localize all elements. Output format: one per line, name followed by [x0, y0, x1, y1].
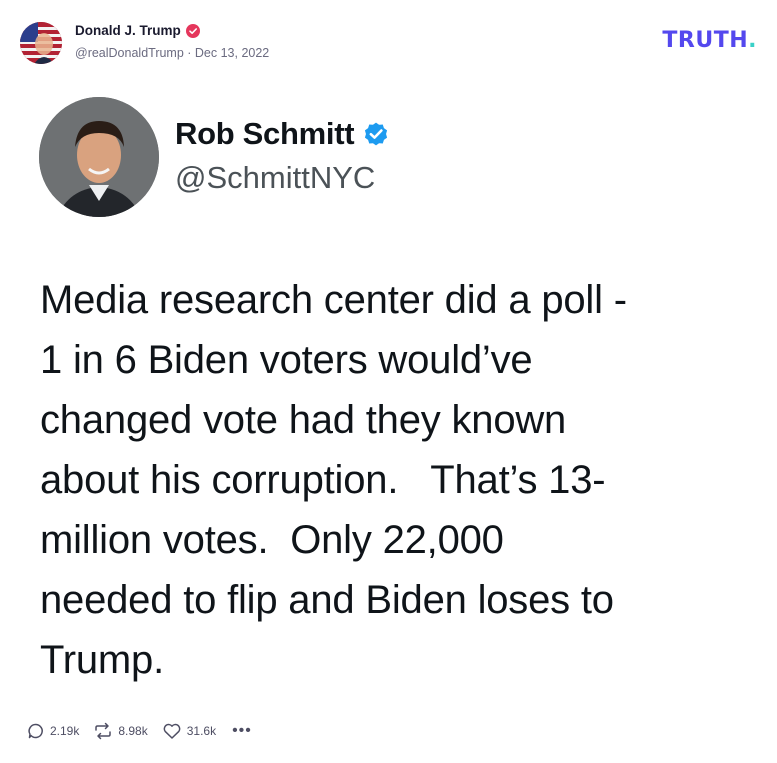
tweet-author-handle: @SchmittNYC: [175, 160, 376, 195]
author-name-row: Donald J. Trump: [75, 23, 200, 38]
truth-logo: TRUTH.: [662, 28, 757, 53]
truth-logo-text: TRUTH: [662, 28, 749, 53]
author-handle-date: @realDonaldTrump · Dec 13, 2022: [75, 46, 270, 60]
reply-count: 2.19k: [50, 724, 80, 738]
reply-icon: [27, 722, 45, 740]
tweet-text: Media research center did a poll - 1 in …: [40, 278, 627, 682]
heart-icon: [162, 722, 182, 740]
retruth-button[interactable]: 8.98k: [93, 722, 148, 740]
post-action-bar: 2.19k 8.98k 31.6k •••: [27, 722, 252, 740]
post-header: Donald J. Trump @realDonaldTrump · Dec 1…: [0, 0, 777, 80]
like-count: 31.6k: [186, 724, 217, 738]
author-avatar[interactable]: [20, 22, 62, 64]
flag-portrait-icon: [20, 22, 62, 64]
retruth-count: 8.98k: [118, 724, 148, 738]
tweet-author-name: Rob Schmitt: [175, 116, 355, 151]
author-name[interactable]: Donald J. Trump: [75, 23, 181, 38]
truth-logo-dot: .: [748, 28, 757, 53]
verified-badge-icon: [362, 120, 390, 148]
retruth-icon: [93, 722, 113, 740]
tweet-name-row: Rob Schmitt: [175, 116, 390, 152]
reply-button[interactable]: 2.19k: [27, 722, 79, 740]
verified-badge-icon: [185, 23, 200, 38]
more-icon: •••: [232, 722, 252, 739]
more-options-button[interactable]: •••: [230, 722, 252, 739]
man-portrait-icon: [39, 97, 159, 217]
embedded-tweet-image[interactable]: Rob Schmitt @SchmittNYC Media research c…: [0, 80, 777, 700]
tweet-author-avatar: [39, 97, 159, 217]
like-button[interactable]: 31.6k: [162, 722, 216, 740]
